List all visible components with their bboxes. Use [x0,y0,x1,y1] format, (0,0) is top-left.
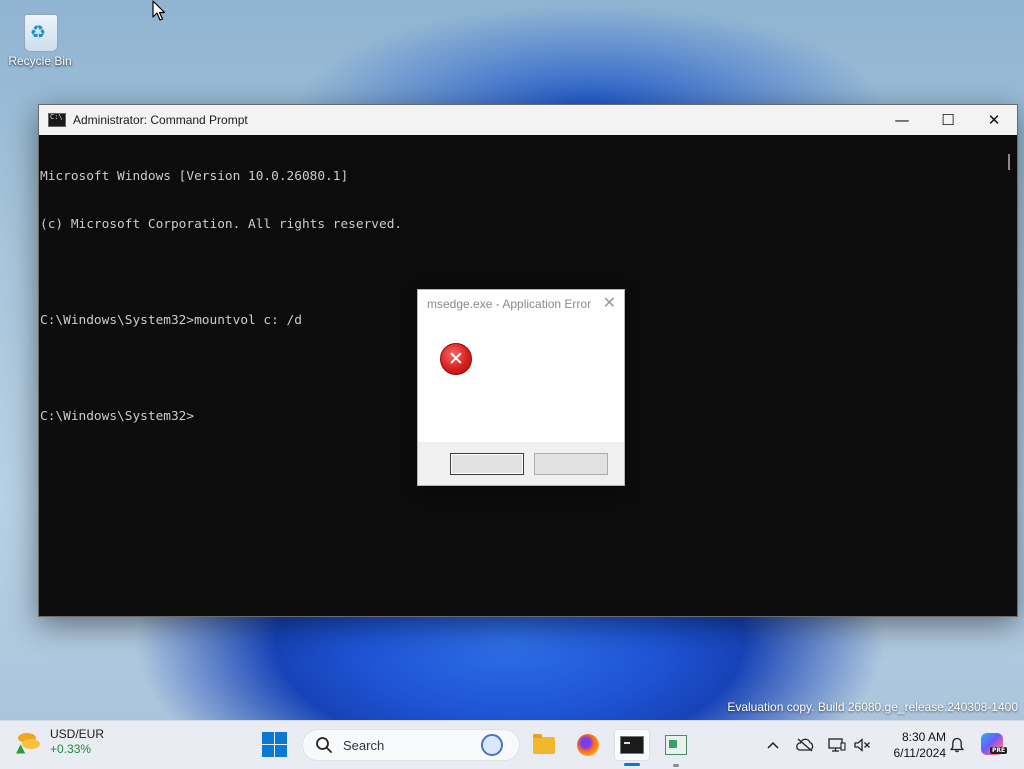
chevron-up-icon [767,741,779,749]
dialog-titlebar[interactable]: msedge.exe - Application Error ✕ [418,290,624,318]
bell-icon [950,737,964,753]
currency-pair: USD/EUR [50,727,105,741]
active-app-indicator [624,763,640,766]
evaluation-watermark: Evaluation copy. Build 26080.ge_release.… [727,700,1018,714]
dialog-close-button[interactable]: ✕ [603,293,616,312]
folder-icon [533,733,555,754]
search-placeholder: Search [343,737,385,753]
system-clock[interactable]: 8:30 AM 6/11/2024 [880,729,947,761]
taskbar: ▲ USD/EUR +0.33% Search 8:30 AM 6/11/202… [0,720,1024,769]
firefox-icon [577,734,599,756]
recycle-bin-shortcut[interactable]: ♻ Recycle Bin [8,8,72,68]
application-error-dialog[interactable]: msedge.exe - Application Error ✕ ✕ [417,289,625,486]
error-icon: ✕ [440,343,472,375]
window-title: Administrator: Command Prompt [73,113,248,127]
currency-change: +0.33% [50,742,92,756]
dialog-button-bar [418,442,624,485]
cmd-titlebar[interactable]: Administrator: Command Prompt — ☐ ✕ [39,105,1017,135]
mouse-pointer-icon [152,0,166,21]
terminal-icon [620,736,644,754]
scrollbar-thumb[interactable] [1008,154,1010,170]
command-prompt-taskbar-button[interactable] [614,729,650,766]
volume-tray-button[interactable] [850,721,874,769]
clock-date: 6/11/2024 [893,746,947,760]
console-line: (c) Microsoft Corporation. All rights re… [40,217,403,232]
console-scrollbar[interactable] [999,136,1017,616]
start-button[interactable] [262,732,288,758]
dialog-secondary-button[interactable] [534,453,608,475]
other-app-taskbar-button[interactable] [658,729,694,767]
cloud-offline-icon [796,738,814,752]
dialog-title: msedge.exe - Application Error [427,297,592,311]
currency-widget[interactable]: ▲ USD/EUR +0.33% [16,727,104,757]
notifications-button[interactable] [946,721,968,769]
firefox-taskbar-button[interactable] [570,729,606,761]
maximize-button[interactable]: ☐ [925,105,971,135]
close-button[interactable]: ✕ [971,105,1017,135]
clock-time: 8:30 AM [901,730,946,744]
console-line: Microsoft Windows [Version 10.0.26080.1] [40,169,349,184]
speaker-muted-icon [854,738,870,752]
recycle-bin-label: Recycle Bin [8,54,72,68]
network-tray-button[interactable] [824,721,850,769]
network-display-icon [828,738,846,752]
cmd-app-icon [48,113,66,127]
onedrive-tray-button[interactable] [792,721,818,769]
search-highlight-icon [481,734,503,756]
show-hidden-icons-button[interactable] [762,721,784,769]
running-app-indicator [673,764,679,767]
app-window-icon [665,735,687,755]
recycle-bin-icon: ♻ [22,8,58,52]
file-explorer-taskbar-button[interactable] [526,729,562,761]
search-icon [316,737,332,753]
copilot-preview-badge: PRE [990,747,1008,754]
taskbar-search[interactable]: Search [302,729,520,761]
coins-icon: ▲ [16,731,42,755]
minimize-button[interactable]: — [879,105,925,135]
dialog-ok-button[interactable] [450,453,524,475]
